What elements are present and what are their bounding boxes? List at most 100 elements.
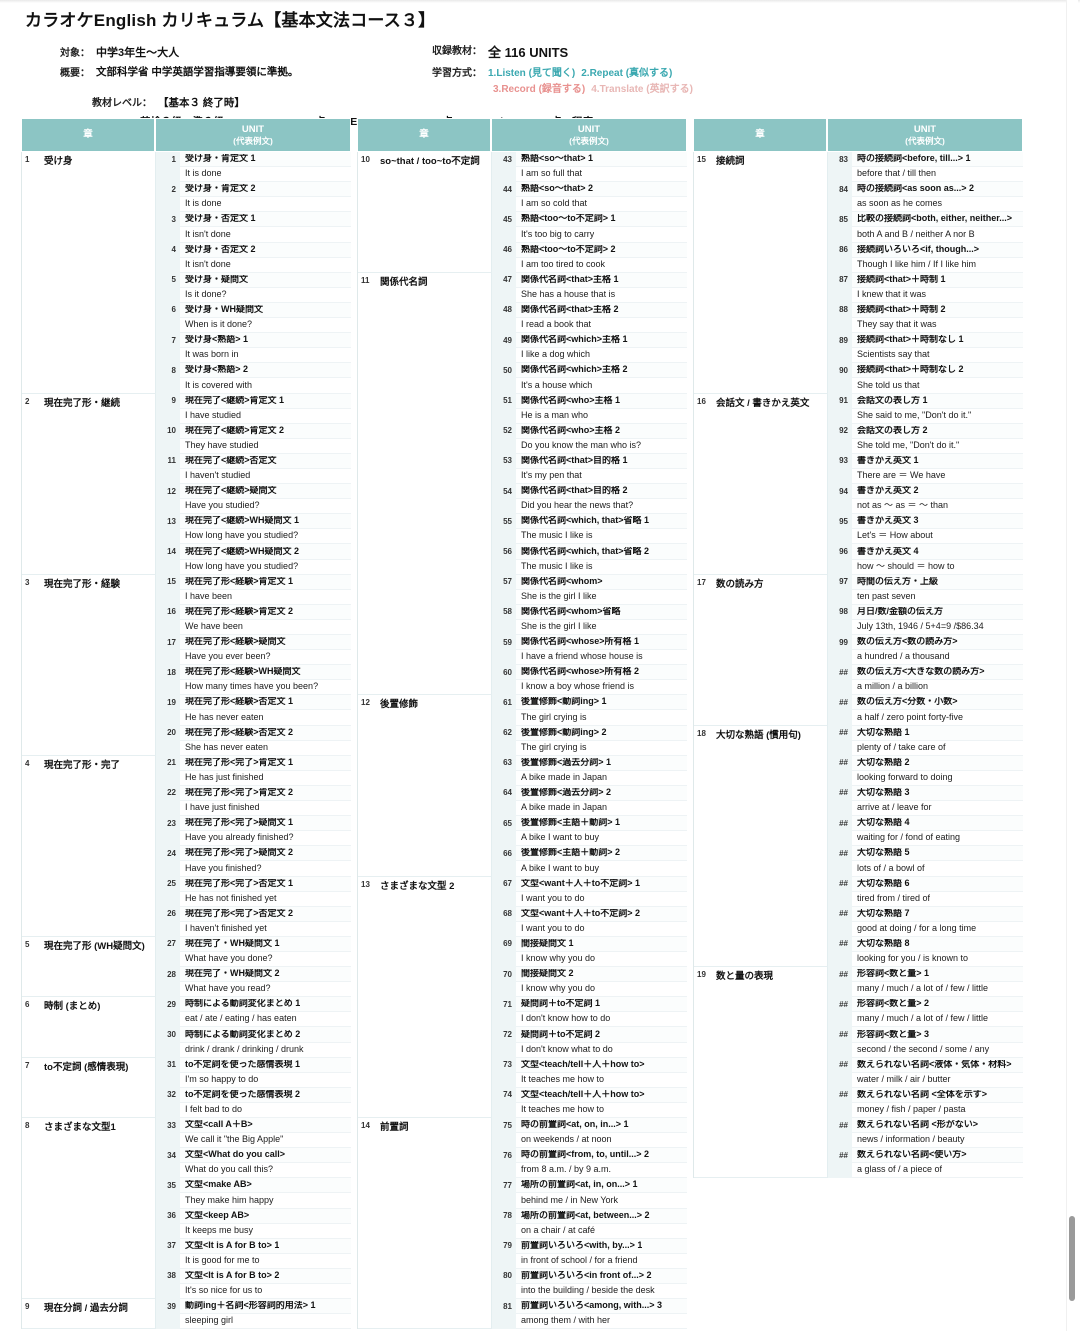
unit-example: a half / zero point forty-five	[857, 712, 964, 722]
units-label: 収録教材：	[432, 46, 482, 58]
unit-number: 65	[492, 815, 516, 831]
table-block-1: 章 UNIT (代表例文) 1 受け身 1 受け身・肯定文 1 It is done 2 受け身・…	[21, 118, 351, 1330]
unit-row: 94 書きかえ英文 2 not as ～ as ＝ ～ than	[828, 483, 1023, 515]
unit-number-spacer	[828, 770, 852, 786]
unit-example: They have studied	[185, 440, 259, 450]
chapter-number: 17	[697, 577, 706, 587]
unit-example-line: They say that it was	[828, 317, 1023, 334]
unit-row: 77 場所の前置詞<at, in, on...> 1 behind me / in …	[492, 1177, 687, 1209]
column-header-unit-label: UNIT	[913, 123, 937, 135]
unit-number: ##	[828, 1026, 852, 1043]
unit-title: 関係代名詞<who>主格 2	[521, 425, 621, 435]
unit-example-line: many / much / a lot of / few / little	[828, 981, 1023, 998]
unit-example: The music I like is	[521, 531, 593, 541]
unit-title-line: 45 熟語<too～to不定詞> 1	[492, 211, 687, 228]
unit-number-spacer	[156, 196, 180, 212]
unit-title: 時の接続詞<as soon as...> 2	[857, 184, 975, 194]
unit-example: The girl crying is	[521, 742, 587, 752]
meta-target: 対象： 中学3年生～大人	[60, 44, 179, 60]
unit-title-line: 79 前置詞いろいろ<with, by...> 1	[492, 1238, 687, 1254]
unit-example-line: We call it "the Big Apple"	[156, 1132, 351, 1149]
chapter-name: 数と量の表現	[716, 971, 774, 983]
unit-title-line: 87 接続詞<that>＋時制 1	[828, 272, 1023, 288]
unit-example-line: She is the girl I like	[492, 619, 687, 635]
unit-title: 現在完了形<経験>否定文 1	[185, 697, 294, 707]
unit-example: both A and B / neither A nor B	[857, 229, 975, 239]
scrollbar-thumb[interactable]	[1069, 1216, 1075, 1301]
unit-row: 89 接続詞<that>＋時制なし 1 Scientists say that	[828, 332, 1023, 364]
unit-example-line: I know why you do	[492, 981, 687, 998]
unit-number-spacer	[492, 860, 516, 876]
level-value: 【基本３ 終了時】	[158, 97, 245, 110]
unit-title: 後置修飾<主語＋動詞> 2	[521, 848, 621, 858]
unit-number-spacer	[156, 830, 180, 846]
chapter-number: 8	[25, 1121, 30, 1130]
unit-row: 26 現在完了形<完了>否定文 2 I haven't finished yet	[156, 906, 351, 937]
unit-title: 大切な熟語 1	[857, 727, 910, 737]
unit-list: 39 動詞ing＋名詞<形容詞的用法> 1 sleeping girl	[156, 1298, 351, 1330]
unit-example-line: A bike I want to buy	[492, 860, 687, 877]
unit-number: 39	[156, 1298, 180, 1314]
unit-title: 接続詞<that>＋時制なし 1	[857, 335, 964, 345]
unit-title: 大切な熟語 4	[857, 818, 910, 828]
unit-number-spacer	[492, 951, 516, 967]
unit-example-line: news / information / beauty	[828, 1132, 1023, 1149]
unit-number: 12	[156, 483, 180, 499]
unit-title-line: 99 数の伝え方<数の読み方>	[828, 634, 1023, 651]
unit-example-line: The music I like is	[492, 528, 687, 545]
unit-title-line: 66 後置修飾<主語＋動詞> 2	[492, 845, 687, 862]
unit-example-line: I have just finished	[156, 800, 351, 817]
unit-title-line: 61 後置修飾<動詞ing> 1	[492, 694, 687, 711]
unit-number: 44	[492, 181, 516, 197]
unit-title-line: 73 文型<teach/tell＋人＋how to>	[492, 1057, 687, 1073]
unit-title-line: ## 大切な熟語 5	[828, 845, 1023, 862]
unit-title: 関係代名詞<who>主格 1	[521, 395, 621, 405]
unit-row: 23 現在完了形<完了>疑問文 1 Have you already finishe…	[156, 815, 351, 847]
unit-row: 62 後置修飾<動詞ing> 2 The girl crying is	[492, 725, 687, 756]
unit-number: 21	[156, 755, 180, 771]
chapter-name: to不定詞 (感情表現)	[44, 1061, 129, 1073]
unit-example: She told us that	[857, 380, 920, 390]
unit-row: 46 熟語<too～to不定詞> 2 I am too tired to cook	[492, 242, 687, 273]
unit-example-line: He has not finished yet	[156, 891, 351, 907]
column-header-unit-sub: (代表例文)	[569, 135, 609, 146]
unit-row: ## 大切な熟語 6 tired from / tired of	[828, 876, 1023, 907]
unit-example-line: on a chair / at café	[492, 1223, 687, 1239]
unit-title-line: 84 時の接続詞<as soon as...> 2	[828, 181, 1023, 198]
unit-title: 受け身・疑問文	[185, 274, 249, 284]
unit-example-line: tired from / tired of	[828, 891, 1023, 907]
unit-number: 81	[492, 1298, 516, 1314]
unit-example: She said to me, "Don't do it."	[857, 410, 972, 420]
unit-number: ##	[828, 725, 852, 741]
unit-title-line: 4 受け身・否定文 2	[156, 242, 351, 258]
unit-number-spacer	[492, 317, 516, 333]
unit-row: 58 関係代名詞<whom>省略 She is the girl I like	[492, 604, 687, 635]
unit-title-line: 54 関係代名詞<that>目的格 2	[492, 483, 687, 500]
target-label: 対象：	[60, 48, 90, 60]
unit-title: 数えられない名詞 <形がない>	[857, 1120, 979, 1130]
unit-example: tired from / tired of	[857, 893, 931, 903]
unit-example-line: I have been	[156, 589, 351, 605]
vertical-scrollbar[interactable]	[1066, 0, 1078, 1331]
unit-example: water / milk / air / butter	[857, 1074, 951, 1084]
unit-number-spacer	[156, 528, 180, 544]
unit-number: 51	[492, 393, 516, 409]
unit-example-line: I want you to do	[492, 891, 687, 907]
unit-title-line: 10 現在完了<継続>肯定文 2	[156, 423, 351, 439]
unit-example: What have you done?	[185, 954, 273, 964]
unit-title-line: 8 受け身<熟語> 2	[156, 362, 351, 379]
unit-title: 関係代名詞<which>主格 1	[521, 335, 628, 345]
unit-row: 98 月日/数/金額の伝え方 July 13th, 1946 / 5+4=9 /$8…	[828, 604, 1023, 635]
unit-example-line: I don't know what to do	[492, 1042, 687, 1058]
chapter-cell: 6 時制 (まとめ)	[22, 997, 156, 1058]
unit-title-line: 90 接続詞<that>＋時制なし 2	[828, 362, 1023, 379]
unit-example: I don't know what to do	[521, 1044, 613, 1054]
unit-title-line: ## 大切な熟語 8	[828, 936, 1023, 952]
unit-title-line: 31 to不定詞を使った感情表現 1	[156, 1057, 351, 1073]
unit-example: I want you to do	[521, 923, 585, 933]
unit-example-line: She has never eaten	[156, 740, 351, 756]
unit-number-spacer	[828, 166, 852, 182]
unit-list: ## 形容詞<数と量> 1 many / much / a lot of / few…	[828, 966, 1023, 1179]
unit-number-spacer	[492, 891, 516, 907]
unit-example: looking for you / is known to	[857, 954, 969, 964]
